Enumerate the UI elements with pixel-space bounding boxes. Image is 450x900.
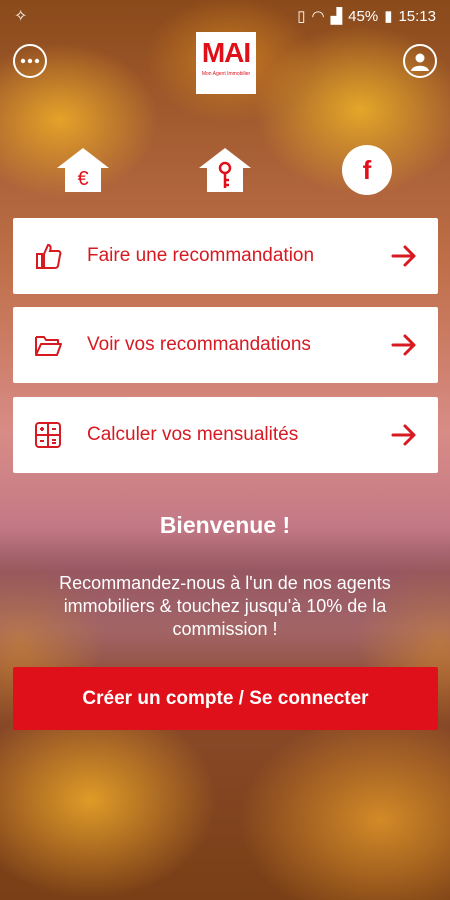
signal-icon: ▟ xyxy=(330,8,343,25)
more-horizontal-icon[interactable] xyxy=(13,44,47,78)
status-right: ▯ ◠ ▟ 45% ▮ 15:13 xyxy=(297,7,436,26)
calculate-payments-button[interactable]: Calculer vos mensualités xyxy=(13,397,438,473)
card-label: Faire une recommandation xyxy=(87,245,315,266)
status-bar: ✧ ▯ ◠ ▟ 45% ▮ 15:13 xyxy=(0,0,450,32)
vibrate-icon: ▯ xyxy=(297,8,306,25)
app-notification-icon: ✧ xyxy=(14,8,28,25)
folder-open-icon xyxy=(31,328,65,362)
wifi-icon: ◠ xyxy=(311,8,325,25)
logo-text: MAI xyxy=(201,37,251,68)
key-house-icon[interactable] xyxy=(197,146,253,194)
arrow-right-icon xyxy=(390,331,418,359)
battery-percent: 45% xyxy=(348,7,379,25)
battery-icon: ▮ xyxy=(384,8,393,25)
make-recommendation-button[interactable]: Faire une recommandation xyxy=(13,218,438,294)
calculator-icon xyxy=(31,418,65,452)
arrow-right-icon xyxy=(390,421,418,449)
thumbs-up-icon xyxy=(31,239,65,273)
facebook-icon[interactable]: f xyxy=(342,145,392,195)
euro-house-icon[interactable]: € xyxy=(55,146,111,194)
create-account-login-button[interactable]: Créer un compte / Se connecter xyxy=(13,667,438,730)
user-icon[interactable] xyxy=(403,44,437,78)
card-label: Calculer vos mensualités xyxy=(87,424,299,445)
welcome-title: Bienvenue ! xyxy=(159,512,291,538)
arrow-right-icon xyxy=(390,242,418,270)
logo-subtitle: Mon Agent Immobilier xyxy=(201,71,251,77)
app-logo: MAI Mon Agent Immobilier xyxy=(196,32,256,94)
view-recommendations-button[interactable]: Voir vos recommandations xyxy=(13,307,438,383)
welcome-text: Recommandez-nous à l'un de nos agents im… xyxy=(59,573,391,639)
clock: 15:13 xyxy=(398,7,436,25)
euro-symbol: € xyxy=(77,168,88,190)
card-label: Voir vos recommandations xyxy=(87,334,311,355)
